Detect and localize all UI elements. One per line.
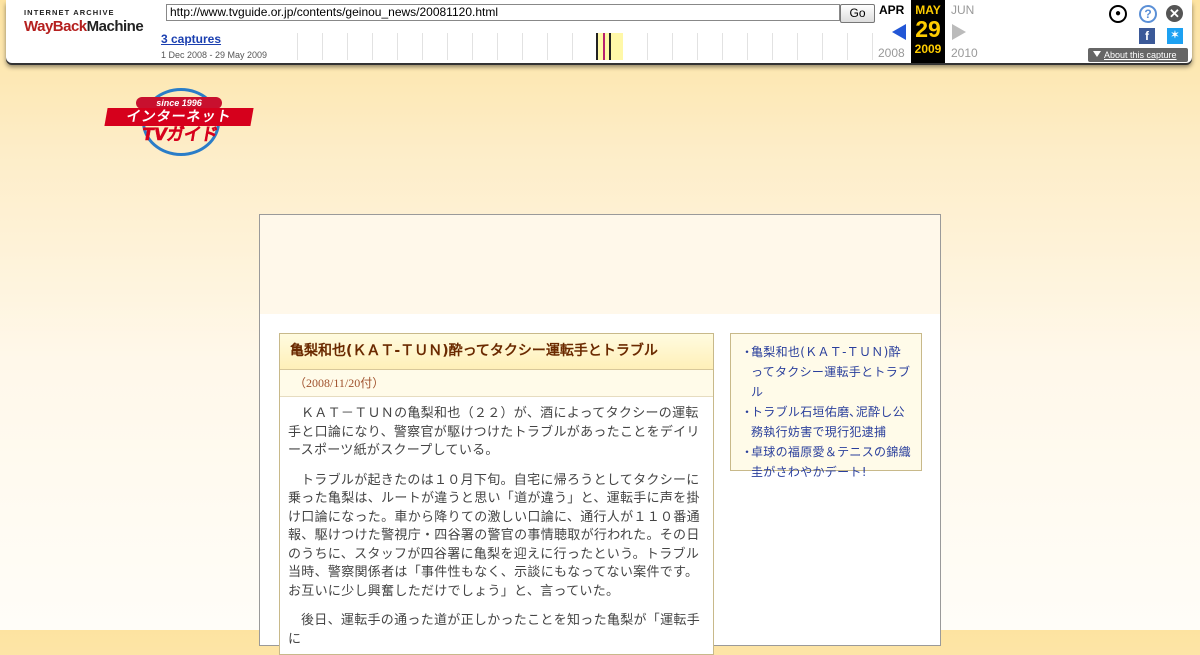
article-paragraph: 後日、運転手の通った道が正しかったことを知った亀梨が「運転手に <box>288 613 701 647</box>
close-icon[interactable]: ✕ <box>1166 5 1183 22</box>
wayback-logo[interactable]: INTERNET ARCHIVE WayBackMachine <box>24 8 144 35</box>
bullet: ・ <box>741 445 754 459</box>
wayback-toolbar: INTERNET ARCHIVE WayBackMachine http://w… <box>6 0 1192 63</box>
captures-link[interactable]: 3 captures <box>161 32 221 46</box>
article-title: 亀梨和也(ＫＡＴ-ＴＵＮ)酔ってタクシー運転手とトラブル <box>280 334 713 370</box>
sparkline-capture-bar[interactable] <box>603 33 605 60</box>
help-icon[interactable]: ? <box>1139 5 1157 23</box>
chevron-down-icon <box>1093 51 1101 57</box>
related-link-label: 亀梨和也(ＫＡＴ-ＴＵＮ)酔ってタクシー運転手とトラブル <box>751 345 911 399</box>
related-list: ・亀梨和也(ＫＡＴ-ＴＵＮ)酔ってタクシー運転手とトラブル ・トラブル石垣佑磨､… <box>731 334 921 482</box>
related-link-label: トラブル石垣佑磨､泥酔し公務執行妨害で現行犯逮捕 <box>751 405 905 439</box>
related-link-label: 卓球の福原愛＆テニスの錦織圭がさわやかデート! <box>751 445 911 479</box>
next-month-label[interactable]: JUN <box>951 3 974 17</box>
prev-year-label[interactable]: 2008 <box>878 46 905 60</box>
sparkline-capture-bar[interactable] <box>609 33 611 60</box>
prev-capture-arrow-icon[interactable] <box>892 24 906 40</box>
next-capture-arrow-icon[interactable] <box>952 24 966 40</box>
related-link[interactable]: ・トラブル石垣佑磨､泥酔し公務執行妨害で現行犯逮捕 <box>741 402 913 442</box>
article-paragraph: ＫＡＴ－ＴＵＮの亀梨和也（２２）が、酒によってタクシーの運転手と口論になり、警察… <box>288 406 700 458</box>
captures-range: 1 Dec 2008 - 29 May 2009 <box>161 50 268 60</box>
logo-line1: インターネット <box>104 108 254 126</box>
about-capture-label: About this capture <box>1104 50 1177 60</box>
about-capture-button[interactable]: About this capture <box>1088 48 1188 62</box>
facebook-icon[interactable]: f <box>1139 28 1155 44</box>
wayback-logo-wordmark: WayBackMachine <box>24 18 144 35</box>
article-body: ＫＡＴ－ＴＵＮの亀梨和也（２２）が、酒によってタクシーの運転手と口論になり、警察… <box>280 397 713 649</box>
current-capture-date: MAY 29 2009 <box>911 0 945 63</box>
capture-sparkline[interactable] <box>273 33 875 60</box>
article-date: （2008/11/20付） <box>280 370 713 397</box>
site-logo[interactable]: since 1996 インターネット TVガイド <box>104 88 254 156</box>
go-button[interactable]: Go <box>840 4 875 23</box>
sparkline-capture-bar[interactable] <box>596 33 598 60</box>
user-icon[interactable]: ● <box>1109 5 1127 23</box>
bullet: ・ <box>741 345 754 359</box>
logo-line2: TVガイド <box>140 125 220 145</box>
wayback-logo-wayback: WayBack <box>24 18 87 35</box>
current-month: MAY <box>915 3 941 17</box>
related-news: ・亀梨和也(ＫＡＴ-ＴＵＮ)酔ってタクシー運転手とトラブル ・トラブル石垣佑磨､… <box>730 333 922 479</box>
article: 亀梨和也(ＫＡＴ-ＴＵＮ)酔ってタクシー運転手とトラブル （2008/11/20… <box>279 333 714 655</box>
wayback-logo-machine: Machine <box>86 18 144 35</box>
prev-month-label[interactable]: APR <box>879 3 904 17</box>
twitter-icon[interactable]: ✶ <box>1167 28 1183 44</box>
current-year: 2009 <box>914 42 942 56</box>
banner-area <box>260 215 940 314</box>
url-input[interactable]: http://www.tvguide.or.jp/contents/geinou… <box>166 4 840 21</box>
related-link[interactable]: ・亀梨和也(ＫＡＴ-ＴＵＮ)酔ってタクシー運転手とトラブル <box>741 342 913 402</box>
current-day: 29 <box>915 16 941 42</box>
bullet: ・ <box>741 405 754 419</box>
related-link[interactable]: ・卓球の福原愛＆テニスの錦織圭がさわやかデート! <box>741 442 913 482</box>
content-frame: 亀梨和也(ＫＡＴ-ＴＵＮ)酔ってタクシー運転手とトラブル （2008/11/20… <box>259 214 941 655</box>
next-year-label[interactable]: 2010 <box>951 46 978 60</box>
wayback-logo-top: INTERNET ARCHIVE <box>24 8 115 17</box>
article-paragraph: トラブルが起きたのは１０月下旬。自宅に帰ろうとしてタクシーに乗った亀梨は、ルート… <box>288 472 700 599</box>
